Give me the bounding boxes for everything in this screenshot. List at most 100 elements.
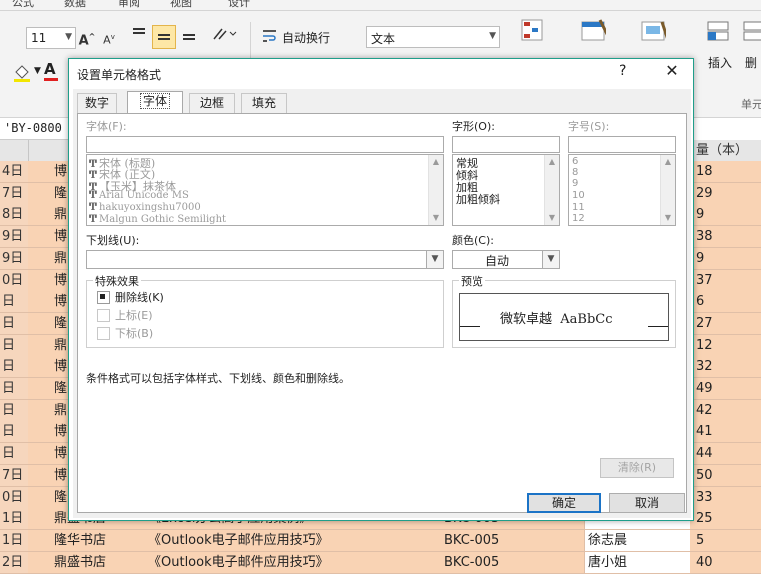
conditional-format-icon[interactable] bbox=[520, 18, 546, 42]
person-cell[interactable]: 徐志晨 bbox=[580, 529, 699, 551]
size-item[interactable]: 11 bbox=[572, 202, 585, 213]
tab-fill[interactable]: 填充 bbox=[241, 93, 287, 113]
tab-review[interactable]: 审阅 bbox=[118, 0, 140, 10]
date-cell[interactable]: 7日 bbox=[0, 464, 31, 486]
superscript-checkbox[interactable] bbox=[97, 309, 110, 322]
chevron-down-icon[interactable]: ▼ bbox=[426, 251, 443, 268]
size-item[interactable]: 8 bbox=[572, 167, 578, 178]
size-list[interactable]: ▲ ▼ 6 8 9 10 11 12 bbox=[568, 154, 676, 226]
style-input[interactable] bbox=[452, 136, 560, 153]
style-item[interactable]: 加粗倾斜 bbox=[456, 191, 500, 207]
shrink-font-button[interactable]: Av bbox=[100, 27, 118, 51]
font-item[interactable]: Ͳ Malgun Gothic Semilight bbox=[89, 214, 226, 225]
scroll-up-icon[interactable]: ▲ bbox=[545, 155, 559, 169]
table-format-icon[interactable] bbox=[580, 18, 606, 42]
quantity-cell[interactable]: 29 bbox=[690, 182, 761, 204]
scroll-down-icon[interactable]: ▼ bbox=[545, 211, 559, 225]
help-button[interactable]: ? bbox=[619, 63, 626, 79]
tab-font[interactable]: 字体 bbox=[127, 91, 183, 114]
date-cell[interactable]: 9日 bbox=[0, 226, 31, 248]
date-cell[interactable]: 9日 bbox=[0, 247, 31, 269]
size-item[interactable]: 12 bbox=[572, 213, 585, 224]
fill-color-button[interactable]: ▼ bbox=[12, 64, 48, 84]
underline-select[interactable]: ▼ bbox=[86, 250, 444, 269]
font-list[interactable]: ▲ ▼ Ͳ 宋体 (标题) Ͳ 宋体 (正文) Ͳ 【玉米】抹茶体 Ͳ Arial Uni… bbox=[86, 154, 444, 226]
date-cell[interactable]: 0日 bbox=[0, 486, 31, 508]
chevron-down-icon[interactable]: ▼ bbox=[542, 251, 559, 268]
quantity-cell[interactable]: 50 bbox=[690, 464, 761, 486]
scroll-up-icon[interactable]: ▲ bbox=[661, 155, 675, 169]
delete-button[interactable]: 删 bbox=[742, 20, 761, 90]
quantity-cell[interactable]: 18 bbox=[690, 161, 761, 182]
date-cell[interactable]: 日 bbox=[0, 399, 31, 421]
quantity-cell[interactable]: 9 bbox=[690, 204, 761, 226]
quantity-cell[interactable]: 25 bbox=[690, 508, 761, 530]
date-cell[interactable]: 日 bbox=[0, 334, 31, 356]
scroll-down-icon[interactable]: ▼ bbox=[661, 211, 675, 225]
cancel-button[interactable]: 取消 bbox=[609, 493, 685, 513]
font-color-button[interactable]: A bbox=[44, 60, 68, 82]
scroll-down-icon[interactable]: ▼ bbox=[429, 211, 443, 225]
quantity-cell[interactable]: 12 bbox=[690, 334, 761, 356]
color-select[interactable]: 自动 ▼ bbox=[452, 250, 560, 269]
code-cell[interactable]: BKC-005 bbox=[440, 529, 585, 551]
clear-button[interactable]: 清除(R) bbox=[600, 458, 674, 478]
insert-button[interactable]: 插入 bbox=[700, 20, 740, 90]
style-list[interactable]: ▲ ▼ 常规 倾斜 加粗 加粗倾斜 bbox=[452, 154, 560, 226]
quantity-cell[interactable]: 33 bbox=[690, 486, 761, 508]
quantity-cell[interactable]: 38 bbox=[690, 226, 761, 248]
align-bottom-button[interactable] bbox=[178, 25, 200, 47]
orientation-button[interactable] bbox=[210, 25, 238, 47]
quantity-cell[interactable]: 32 bbox=[690, 356, 761, 378]
quantity-cell[interactable]: 9 bbox=[690, 247, 761, 269]
number-format-select[interactable]: 文本 ▼ bbox=[366, 26, 500, 48]
date-cell[interactable]: 日 bbox=[0, 291, 31, 313]
font-list-scrollbar[interactable]: ▲ ▼ bbox=[428, 155, 443, 225]
date-cell[interactable]: 2日 bbox=[0, 551, 31, 573]
align-top-button[interactable] bbox=[128, 25, 150, 47]
subscript-checkbox[interactable] bbox=[97, 327, 110, 340]
name-box[interactable]: 'BY-0800 bbox=[0, 118, 70, 140]
font-size-select[interactable]: 11 ▼ bbox=[26, 27, 76, 49]
size-item[interactable]: 6 bbox=[572, 156, 578, 167]
quantity-cell[interactable]: 6 bbox=[690, 291, 761, 313]
tab-border[interactable]: 边框 bbox=[189, 93, 235, 113]
font-item[interactable]: Ͳhakuyoxingshu7000 bbox=[89, 202, 201, 213]
font-input[interactable] bbox=[86, 136, 444, 153]
quantity-cell[interactable]: 49 bbox=[690, 378, 761, 399]
date-cell[interactable]: 日 bbox=[0, 443, 31, 465]
quantity-cell[interactable]: 40 bbox=[690, 551, 761, 573]
quantity-cell[interactable]: 5 bbox=[690, 529, 761, 551]
quantity-cell[interactable]: 41 bbox=[690, 421, 761, 443]
quantity-cell[interactable]: 42 bbox=[690, 399, 761, 421]
date-cell[interactable]: 日 bbox=[0, 378, 31, 399]
date-cell[interactable]: 1日 bbox=[0, 529, 31, 551]
quantity-cell[interactable]: 27 bbox=[690, 312, 761, 334]
date-cell[interactable]: 日 bbox=[0, 421, 31, 443]
size-input[interactable] bbox=[568, 136, 676, 153]
tab-design[interactable]: 设计 bbox=[228, 0, 250, 10]
code-cell[interactable]: BKC-005 bbox=[440, 551, 585, 573]
ok-button[interactable]: 确定 bbox=[527, 493, 601, 513]
strikethrough-checkbox[interactable] bbox=[97, 291, 110, 304]
size-list-scrollbar[interactable]: ▲ ▼ bbox=[660, 155, 675, 225]
person-cell[interactable]: 唐小姐 bbox=[580, 551, 699, 573]
date-cell[interactable]: 4日 bbox=[0, 161, 31, 182]
date-cell[interactable]: 日 bbox=[0, 356, 31, 378]
quantity-cell[interactable]: 44 bbox=[690, 443, 761, 465]
title-cell[interactable]: 《Outlook电子邮件应用技巧》 bbox=[140, 529, 449, 551]
grow-font-button[interactable]: A^ bbox=[78, 27, 96, 51]
style-list-scrollbar[interactable]: ▲ ▼ bbox=[544, 155, 559, 225]
tab-view[interactable]: 视图 bbox=[170, 0, 192, 10]
tab-number[interactable]: 数字 bbox=[77, 93, 117, 113]
size-item[interactable]: 10 bbox=[572, 190, 585, 201]
align-middle-button[interactable] bbox=[152, 25, 176, 49]
close-button[interactable]: ✕ bbox=[661, 61, 683, 80]
tab-formulas[interactable]: 公式 bbox=[12, 0, 34, 10]
date-cell[interactable]: 日 bbox=[0, 312, 31, 334]
date-cell[interactable]: 7日 bbox=[0, 182, 31, 204]
tab-data[interactable]: 数据 bbox=[64, 0, 86, 10]
date-cell[interactable]: 8日 bbox=[0, 204, 31, 226]
cell-style-icon[interactable] bbox=[640, 18, 666, 42]
quantity-cell[interactable]: 37 bbox=[690, 269, 761, 291]
